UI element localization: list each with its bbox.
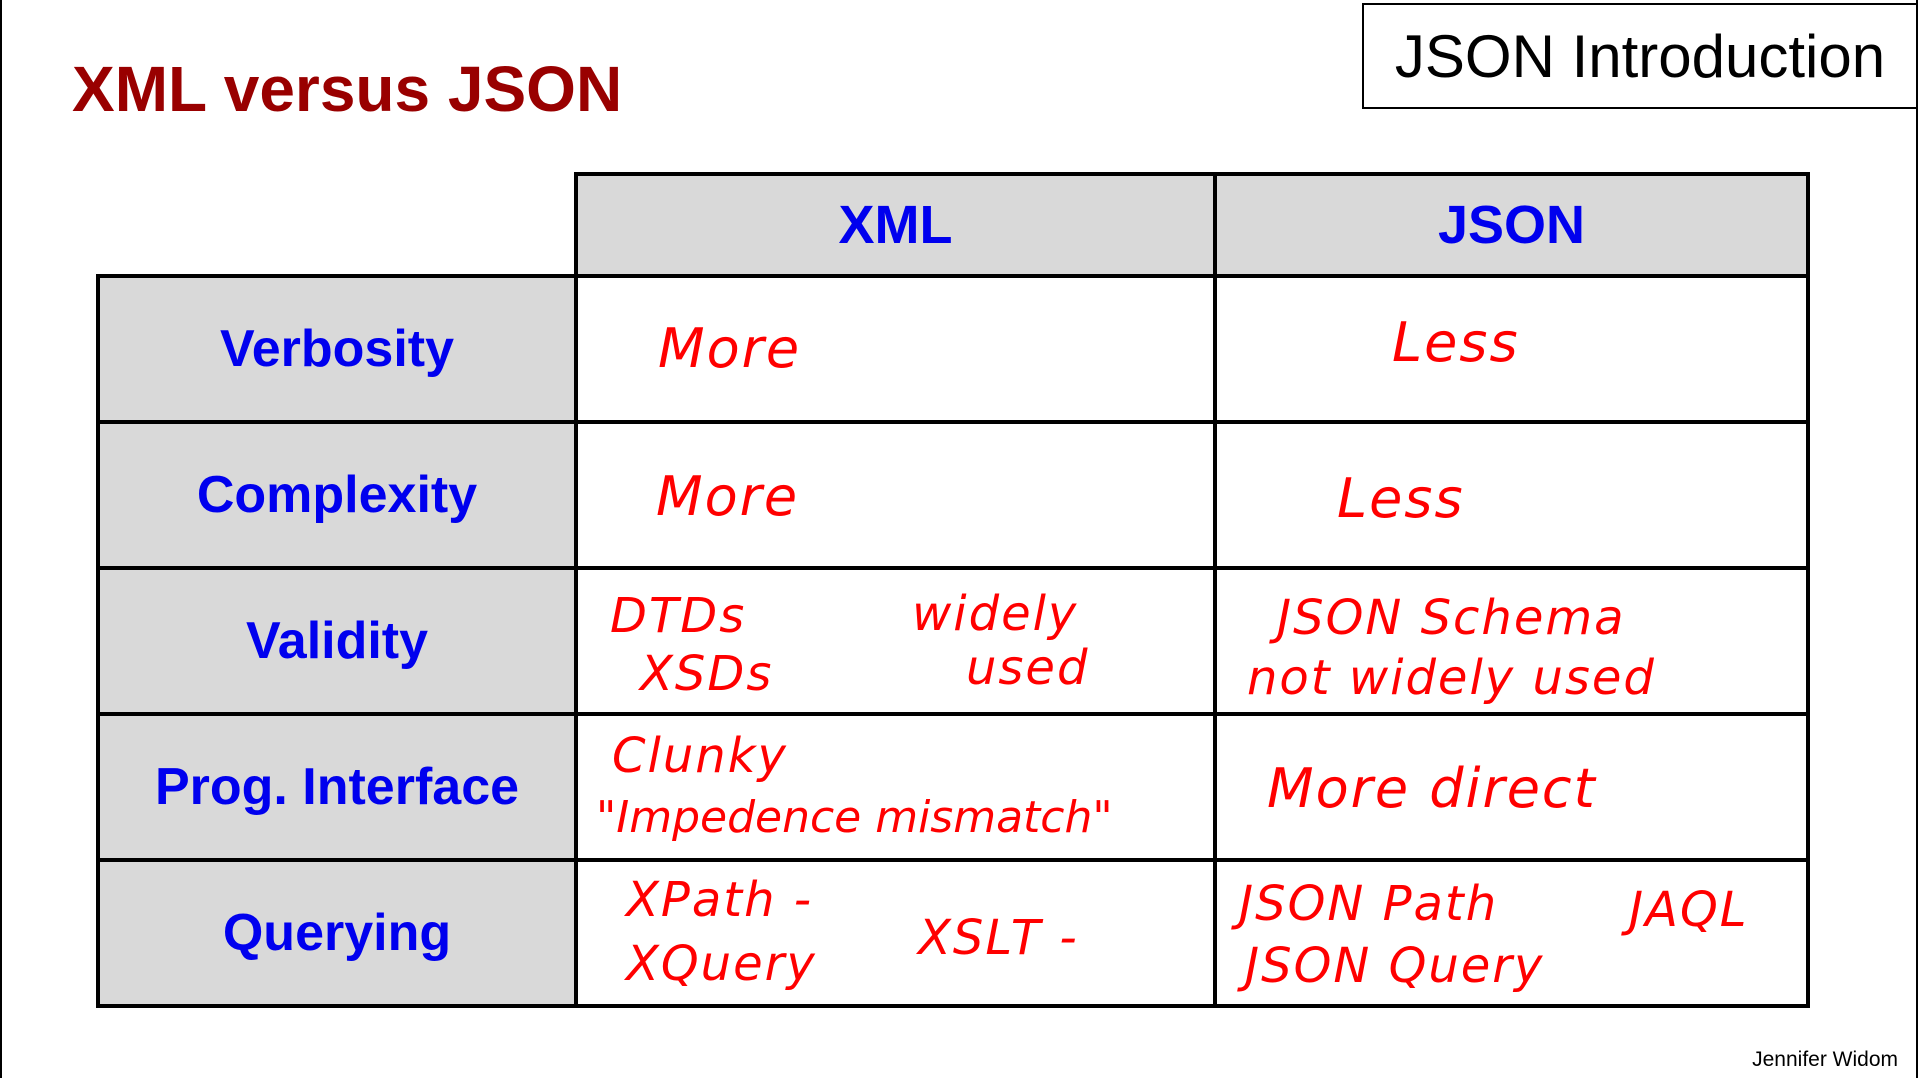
handwritten-note: JSON Query bbox=[1245, 938, 1545, 994]
column-header-json: JSON bbox=[1213, 172, 1810, 278]
cell-validity-xml: DTDs XSDs widely used bbox=[574, 566, 1217, 716]
slide-title: XML versus JSON bbox=[72, 53, 623, 125]
handwritten-note: DTDs bbox=[610, 588, 747, 644]
handwritten-note: not widely used bbox=[1247, 650, 1656, 706]
handwritten-note: XSDs bbox=[640, 646, 774, 702]
cell-querying-json: JSON Path JSON Query JAQL bbox=[1213, 858, 1810, 1008]
handwritten-note: More bbox=[658, 317, 802, 380]
topic-box: JSON Introduction bbox=[1362, 3, 1918, 109]
handwritten-note: "Impedence mismatch" bbox=[596, 792, 1113, 843]
column-header-xml-label: XML bbox=[838, 195, 953, 255]
cell-complexity-xml: More bbox=[574, 420, 1217, 570]
handwritten-note: Less bbox=[1337, 467, 1465, 530]
row-header-verbosity: Verbosity bbox=[96, 274, 578, 424]
row-header-verbosity-label: Verbosity bbox=[219, 320, 455, 378]
handwritten-note: used bbox=[966, 640, 1090, 696]
handwritten-note: Less bbox=[1392, 311, 1520, 374]
row-header-validity: Validity bbox=[96, 566, 578, 716]
handwritten-note: XSLT - bbox=[918, 910, 1079, 966]
handwritten-note: More bbox=[656, 465, 800, 528]
handwritten-note: More direct bbox=[1267, 757, 1597, 820]
cell-verbosity-json: Less bbox=[1213, 274, 1810, 424]
cell-complexity-json: Less bbox=[1213, 420, 1810, 570]
column-header-json-label: JSON bbox=[1437, 195, 1586, 255]
cell-prog-interface-json: More direct bbox=[1213, 712, 1810, 862]
cell-querying-xml: XPath - XQuery XSLT - bbox=[574, 858, 1217, 1008]
handwritten-note: XPath - bbox=[626, 872, 814, 928]
row-header-complexity-label: Complexity bbox=[196, 466, 478, 524]
row-header-querying: Querying bbox=[96, 858, 578, 1008]
row-header-validity-label: Validity bbox=[245, 612, 429, 670]
handwritten-note: widely bbox=[912, 586, 1079, 642]
handwritten-note: XQuery bbox=[626, 936, 817, 992]
cell-validity-json: JSON Schema not widely used bbox=[1213, 566, 1810, 716]
handwritten-note: JAQL bbox=[1629, 882, 1749, 938]
row-header-querying-label: Querying bbox=[222, 904, 452, 962]
column-header-xml: XML bbox=[574, 172, 1217, 278]
row-header-complexity: Complexity bbox=[96, 420, 578, 570]
row-header-prog-interface-label: Prog. Interface bbox=[154, 758, 520, 816]
cell-prog-interface-xml: Clunky "Impedence mismatch" bbox=[574, 712, 1217, 862]
handwritten-note: JSON Path bbox=[1239, 876, 1499, 932]
author-credit: Jennifer Widom bbox=[1752, 1048, 1898, 1071]
cell-verbosity-xml: More bbox=[574, 274, 1217, 424]
handwritten-note: Clunky bbox=[612, 728, 788, 784]
row-header-prog-interface: Prog. Interface bbox=[96, 712, 578, 862]
handwritten-note: JSON Schema bbox=[1277, 590, 1626, 646]
